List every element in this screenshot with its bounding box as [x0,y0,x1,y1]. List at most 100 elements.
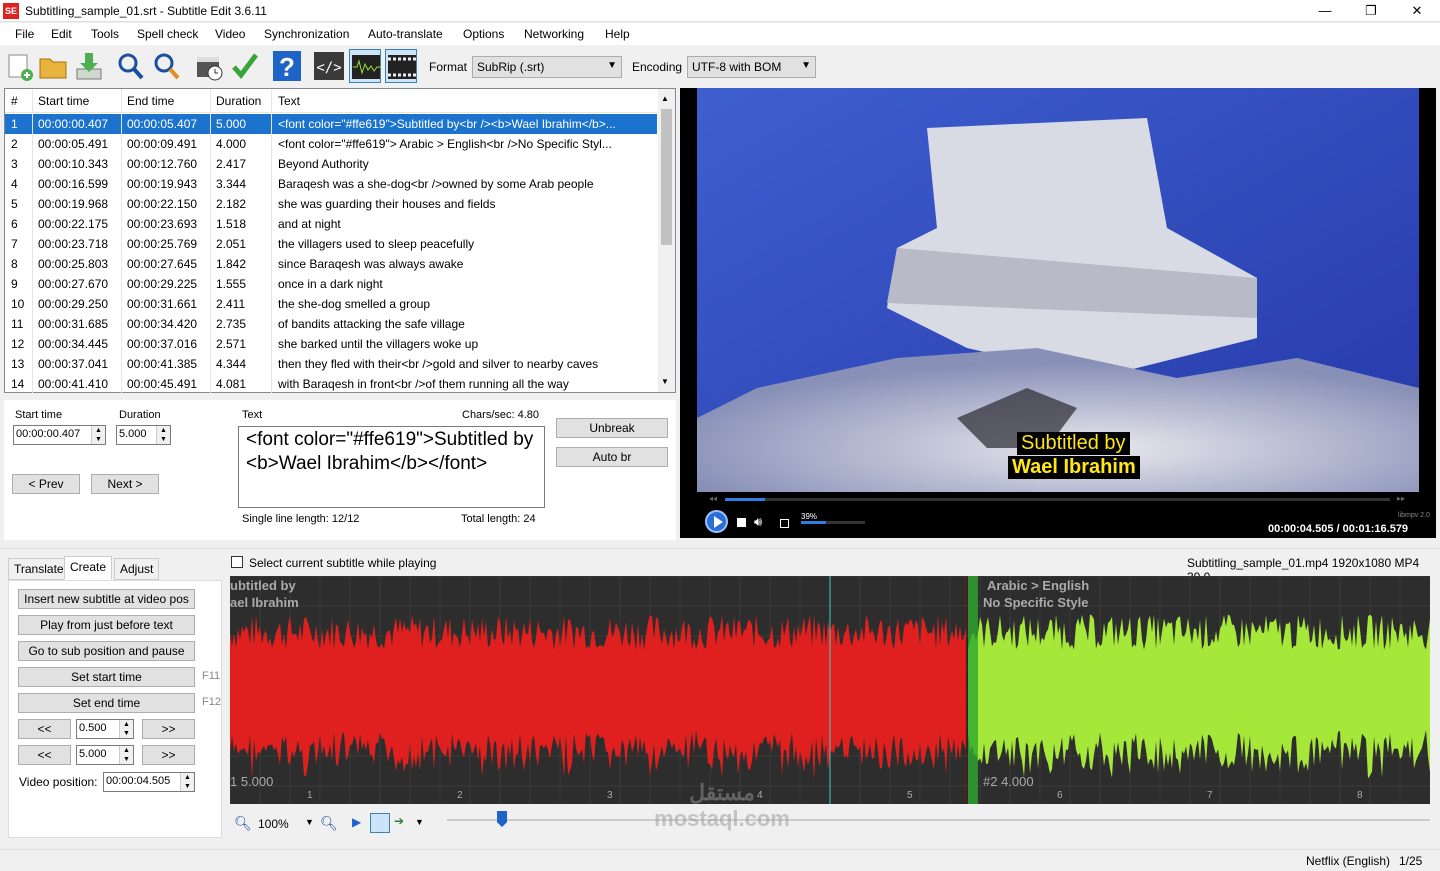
set-start-time-button[interactable]: Set start time [18,667,195,687]
scroll-thumb[interactable] [661,109,672,245]
zoom-value[interactable]: 100% [258,817,289,831]
header-start-time[interactable]: Start time [38,94,89,108]
table-row[interactable]: 5 00:00:19.968 00:00:22.150 2.182 she was gu… [5,194,657,214]
menu-help[interactable]: Help [605,27,630,41]
spin-arrows-icon[interactable]: ▲ ▼ [156,426,170,444]
header-text[interactable]: Text [278,94,300,108]
step-small-input[interactable]: 0.500 ▲ ▼ [76,719,134,739]
minimize-button[interactable]: — [1302,0,1348,22]
grid-scrollbar[interactable]: ▲ ▼ [658,89,675,392]
table-row[interactable]: 2 00:00:05.491 00:00:09.491 4.000 <font colo… [5,134,657,154]
zoom-out-icon[interactable]: 🔍︎ [234,815,252,832]
play-before-text-button[interactable]: Play from just before text [18,615,195,635]
zoom-in-icon[interactable]: 🔍︎ [320,815,338,832]
download-icon[interactable] [73,49,105,83]
table-row[interactable]: 8 00:00:25.803 00:00:27.645 1.842 since Bara… [5,254,657,274]
play-selection-icon[interactable]: ▶ [352,815,361,829]
spin-arrows-icon[interactable]: ▲ ▼ [119,746,133,764]
video-icon[interactable] [385,49,417,83]
spin-arrows-icon[interactable]: ▲ ▼ [180,773,194,791]
menu-auto-translate[interactable]: Auto-translate [368,27,443,41]
wave-position-thumb[interactable] [497,811,507,827]
splitter[interactable] [0,548,1440,549]
menu-options[interactable]: Options [463,27,504,41]
step-large-input[interactable]: 5.000 ▲ ▼ [76,745,134,765]
chevron-down-icon[interactable]: ▼ [305,817,314,827]
tab-translate[interactable]: Translate [8,558,70,580]
table-row[interactable]: 4 00:00:16.599 00:00:19.943 3.344 Baraqesh w… [5,174,657,194]
spin-arrows-icon[interactable]: ▲ ▼ [91,426,105,444]
set-end-time-button[interactable]: Set end time [18,693,195,713]
step-forward-large-button[interactable]: >> [142,745,195,765]
spin-arrows-icon[interactable]: ▲ ▼ [119,720,133,738]
format-select[interactable]: SubRip (.srt) ▼ [472,56,622,78]
menu-networking[interactable]: Networking [524,27,584,41]
source-view-icon[interactable]: </> [313,49,345,83]
volume-icon[interactable]: 🔊︎ [754,514,762,530]
auto-br-button[interactable]: Auto br [556,447,668,467]
video-position-input[interactable]: 00:00:04.505 ▲ ▼ [103,772,195,792]
header-end-time[interactable]: End time [127,94,174,108]
close-button[interactable]: ✕ [1394,0,1440,22]
chevron-down-icon[interactable]: ▼ [661,377,669,386]
fast-forward-icon[interactable]: ➔ [394,814,404,828]
fullscreen-icon[interactable] [780,519,789,528]
toggle-spectrogram-icon[interactable] [370,813,390,833]
tab-create[interactable]: Create [64,556,113,580]
select-while-playing-checkbox[interactable] [231,556,243,568]
step-back-large-button[interactable]: << [18,745,71,765]
duration-input[interactable]: 5.000 ▲ ▼ [116,425,171,445]
table-row[interactable]: 11 00:00:31.685 00:00:34.420 2.735 of bandit… [5,314,657,334]
insert-subtitle-button[interactable]: Insert new subtitle at video pos [18,589,195,609]
menu-edit[interactable]: Edit [51,27,72,41]
find-icon[interactable] [115,49,147,83]
menu-spell-check[interactable]: Spell check [137,27,198,41]
step-forward-small-button[interactable]: >> [142,719,195,739]
table-row[interactable]: 13 00:00:37.041 00:00:41.385 4.344 then they… [5,354,657,374]
video-progress-track[interactable] [725,498,1390,501]
tab-adjust[interactable]: Adjust [114,558,160,580]
waveform-canvas[interactable] [230,576,1430,804]
table-row[interactable]: 14 00:00:41.410 00:00:45.491 4.081 with Bara… [5,374,657,394]
chevron-down-icon[interactable]: ▼ [415,817,424,827]
next-button[interactable]: Next > [91,474,159,494]
table-row[interactable]: 1 00:00:00.407 00:00:05.407 5.000 <font colo… [5,114,657,134]
stop-button[interactable] [737,518,746,527]
video-player[interactable]: Subtitled by Wael Ibrahim ◂◂ ▸▸ 🔊︎ 39% l… [680,88,1436,538]
table-row[interactable]: 3 00:00:10.343 00:00:12.760 2.417 Beyond Aut… [5,154,657,174]
subtitle-text-input[interactable]: <font color="#ffe619">Subtitled by <b>Wa… [238,426,545,508]
forward-icon[interactable]: ▸▸ [1397,494,1405,503]
volume-slider[interactable] [801,521,865,524]
rewind-icon[interactable]: ◂◂ [709,494,717,503]
visual-sync-icon[interactable] [193,49,225,83]
table-row[interactable]: 12 00:00:34.445 00:00:37.016 2.571 she barke… [5,334,657,354]
header-duration[interactable]: Duration [216,94,261,108]
table-row[interactable]: 9 00:00:27.670 00:00:29.225 1.555 once in a … [5,274,657,294]
help-icon[interactable]: ? [271,49,303,83]
waveform-panel[interactable]: ubtitled by ael Ibrahim 1 5.000 Arabic >… [230,576,1430,804]
menu-video[interactable]: Video [215,27,245,41]
unbreak-button[interactable]: Unbreak [556,418,668,438]
open-folder-icon[interactable] [37,49,69,83]
step-back-small-button[interactable]: << [18,719,71,739]
play-button[interactable] [705,510,728,533]
spell-check-icon[interactable] [229,49,261,83]
start-time-input[interactable]: 00:00:00.407 ▲ ▼ [13,425,106,445]
table-row[interactable]: 7 00:00:23.718 00:00:25.769 2.051 the villag… [5,234,657,254]
header-number[interactable]: # [11,94,18,108]
table-row[interactable]: 10 00:00:29.250 00:00:31.661 2.411 the she-d… [5,294,657,314]
subtitle-grid[interactable]: # Start time End time Duration Text 1 00:… [4,88,676,394]
menu-tools[interactable]: Tools [91,27,119,41]
maximize-button[interactable]: ❐ [1348,0,1394,22]
prev-button[interactable]: < Prev [12,474,80,494]
replace-icon[interactable] [151,49,183,83]
go-to-sub-button[interactable]: Go to sub position and pause [18,641,195,661]
table-row[interactable]: 6 00:00:22.175 00:00:23.693 1.518 and at nig… [5,214,657,234]
menu-file[interactable]: File [15,27,34,41]
wave-position-track[interactable] [447,819,1430,821]
waveform-icon[interactable] [349,49,381,83]
encoding-select[interactable]: UTF-8 with BOM ▼ [687,56,816,78]
chevron-up-icon[interactable]: ▲ [661,94,669,103]
menu-synchronization[interactable]: Synchronization [264,27,349,41]
region-start-marker[interactable] [968,576,978,804]
